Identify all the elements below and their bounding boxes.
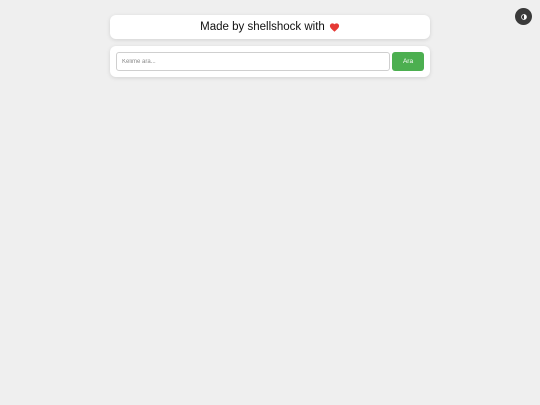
header-card: Made by shellshock with xyxy=(110,15,430,39)
theme-toggle-button[interactable] xyxy=(515,8,532,25)
search-card: Ara xyxy=(110,46,430,77)
page: Made by shellshock with Ara xyxy=(0,0,540,405)
half-moon-contrast-icon xyxy=(520,13,527,20)
search-input[interactable] xyxy=(116,52,390,71)
heart-icon xyxy=(329,22,340,33)
header-label: Made by shellshock with xyxy=(200,21,325,33)
header-title: Made by shellshock with xyxy=(200,21,340,33)
search-button[interactable]: Ara xyxy=(392,52,424,71)
